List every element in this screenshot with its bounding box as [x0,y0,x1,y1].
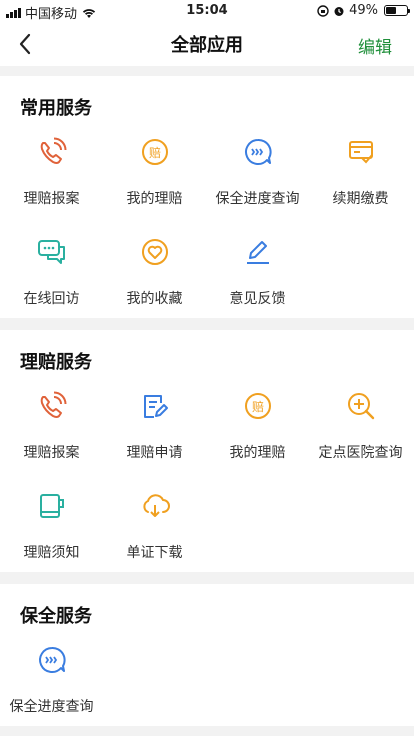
nav-bar: 全部应用 编辑 [0,22,414,66]
item-label: 理赔报案 [23,191,80,207]
alarm-icon [334,6,344,16]
phone-icon [40,391,66,418]
claim-apply-icon [143,395,168,418]
feedback-icon [246,241,269,264]
item-label: 理赔报案 [23,445,80,461]
section-title: 保全服务 [20,606,92,627]
item-label: 理赔申请 [126,445,183,461]
item-label: 我的理赔 [229,445,286,461]
item-renewal-payment[interactable]: 续期缴费 [309,134,412,208]
item-claim-notice[interactable]: 理赔须知 [0,488,103,562]
item-label: 保全进度查询 [215,191,300,207]
item-hospital-query[interactable]: 定点医院查询 [309,388,412,462]
phone-icon [40,137,66,164]
item-online-visit[interactable]: 在线回访 [0,234,103,308]
status-right: 49% [317,3,410,18]
item-label: 单证下载 [126,545,183,561]
item-label: 保全进度查询 [9,699,94,715]
battery-fill [386,7,396,14]
item-my-favorites[interactable]: 我的收藏 [103,234,206,308]
item-claim-apply[interactable]: 理赔申请 [103,388,206,462]
item-label: 在线回访 [23,291,80,307]
item-progress-query[interactable]: 保全进度查询 [0,642,103,716]
item-progress-query[interactable]: 保全进度查询 [206,134,309,208]
section-title: 理赔服务 [20,352,92,373]
item-label: 意见反馈 [229,291,286,307]
item-label: 我的收藏 [126,291,183,307]
hospital-search-icon [347,393,374,420]
section-common-services: 常用服务 理赔报案 赔 我的理赔 保全进度查询 续期缴费 在线回访 我的收藏 意… [0,76,414,318]
item-label: 定点医院查询 [318,445,403,461]
download-icon [142,494,170,517]
rotation-lock-icon [317,4,329,17]
section-claim-services: 理赔服务 理赔报案 理赔申请 赔 我的理赔 定点医院查询 理赔须知 单证下载 [0,330,414,572]
item-claim-report[interactable]: 理赔报案 [0,388,103,462]
page-title: 全部应用 [171,35,243,56]
renewal-icon [348,141,373,164]
chat-icon [37,240,65,264]
progress-chat-icon [38,646,66,673]
item-my-claims[interactable]: 赔 我的理赔 [103,134,206,208]
svg-text:赔: 赔 [148,145,160,160]
edit-button[interactable]: 编辑 [358,33,392,58]
item-label: 我的理赔 [126,191,183,207]
item-my-claims[interactable]: 赔 我的理赔 [206,388,309,462]
claim-coin-icon: 赔 [141,139,168,165]
section-preservation-services: 保全服务 保全进度查询 [0,584,414,726]
claim-coin-icon: 赔 [244,393,271,419]
item-feedback[interactable]: 意见反馈 [206,234,309,308]
battery-percent: 49% [349,3,378,18]
progress-chat-icon [244,138,272,165]
notice-icon [39,494,64,518]
svg-text:赔: 赔 [251,399,263,414]
item-label: 理赔须知 [23,545,80,561]
item-claim-report[interactable]: 理赔报案 [0,134,103,208]
status-bar: 中国移动 15:04 49% [0,0,414,22]
item-document-download[interactable]: 单证下载 [103,488,206,562]
favorite-icon [141,239,168,265]
battery-icon [384,5,410,16]
item-label: 续期缴费 [332,191,389,207]
section-title: 常用服务 [20,98,92,119]
